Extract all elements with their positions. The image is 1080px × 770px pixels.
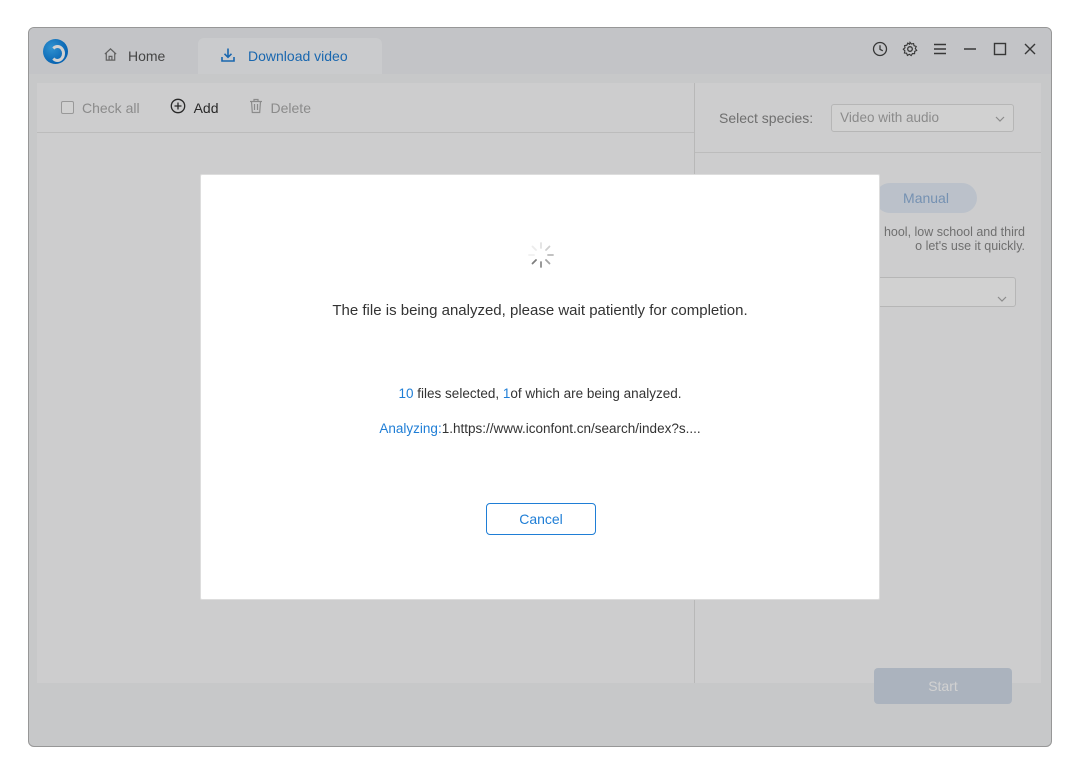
modal-overlay: The file is being analyzed, please wait … <box>0 0 1080 770</box>
dialog-message: The file is being analyzed, please wait … <box>332 302 748 319</box>
selected-count: 10 <box>398 386 414 401</box>
selection-status: 10 files selected, 1of which are being a… <box>201 386 879 401</box>
analyzing-label: Analyzing: <box>379 421 442 436</box>
analyzing-text: of which are being analyzed. <box>510 386 682 401</box>
loading-spinner-icon <box>527 241 555 269</box>
analyzing-url: 1.https://www.iconfont.cn/search/index?s… <box>441 421 701 436</box>
selected-text: files selected, <box>413 386 503 401</box>
analyzing-status: Analyzing:1.https://www.iconfont.cn/sear… <box>201 421 879 436</box>
analyzing-dialog: The file is being analyzed, please wait … <box>200 174 880 600</box>
cancel-button[interactable]: Cancel <box>486 503 596 535</box>
